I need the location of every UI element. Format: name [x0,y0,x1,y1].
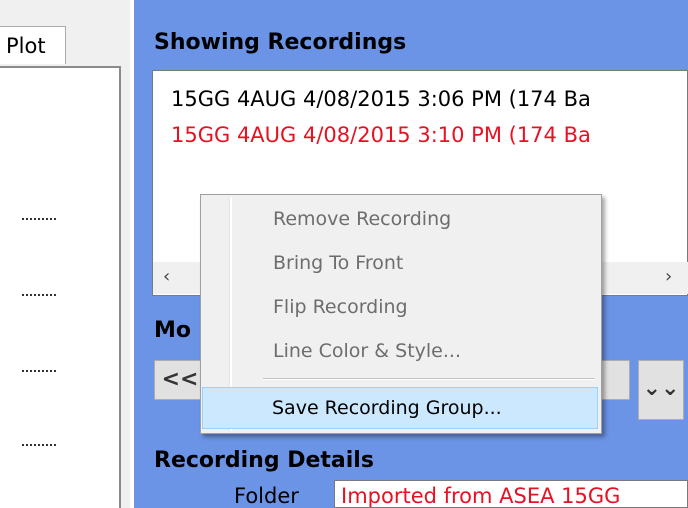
scroll-left-icon[interactable]: ‹ [163,266,170,287]
dotted-leader [22,218,56,220]
move-down-button[interactable]: ⌄⌄ [638,360,684,420]
dotted-leader [22,444,56,446]
modify-heading: Mo [154,318,192,343]
menu-item-flip-recording[interactable]: Flip Recording [203,289,599,325]
folder-field[interactable]: Imported from ASEA 15GG [334,480,688,508]
dotted-leader [22,370,56,372]
control-button-partial[interactable] [598,360,630,400]
chevron-double-down-icon: ⌄⌄ [642,376,680,401]
list-item-recording-1[interactable]: 15GG 4AUG 4/08/2015 3:06 PM (174 Ba [171,87,591,111]
menu-item-remove-recording[interactable]: Remove Recording [203,201,599,237]
folder-label: Folder [234,484,299,508]
tab-plot[interactable]: Plot [0,26,66,64]
left-panel [0,66,121,508]
menu-separator [263,378,595,380]
list-item-recording-2[interactable]: 15GG 4AUG 4/08/2015 3:10 PM (174 Ba [171,123,591,147]
menu-item-line-color-style[interactable]: Line Color & Style... [203,333,599,369]
showing-recordings-heading: Showing Recordings [154,30,407,55]
dotted-leader [22,294,56,296]
scroll-right-icon[interactable]: › [665,266,672,287]
recording-details-heading: Recording Details [154,448,374,473]
menu-item-bring-to-front[interactable]: Bring To Front [203,245,599,281]
previous-button[interactable]: << [154,360,206,400]
menu-item-save-recording-group[interactable]: Save Recording Group... [202,390,598,426]
